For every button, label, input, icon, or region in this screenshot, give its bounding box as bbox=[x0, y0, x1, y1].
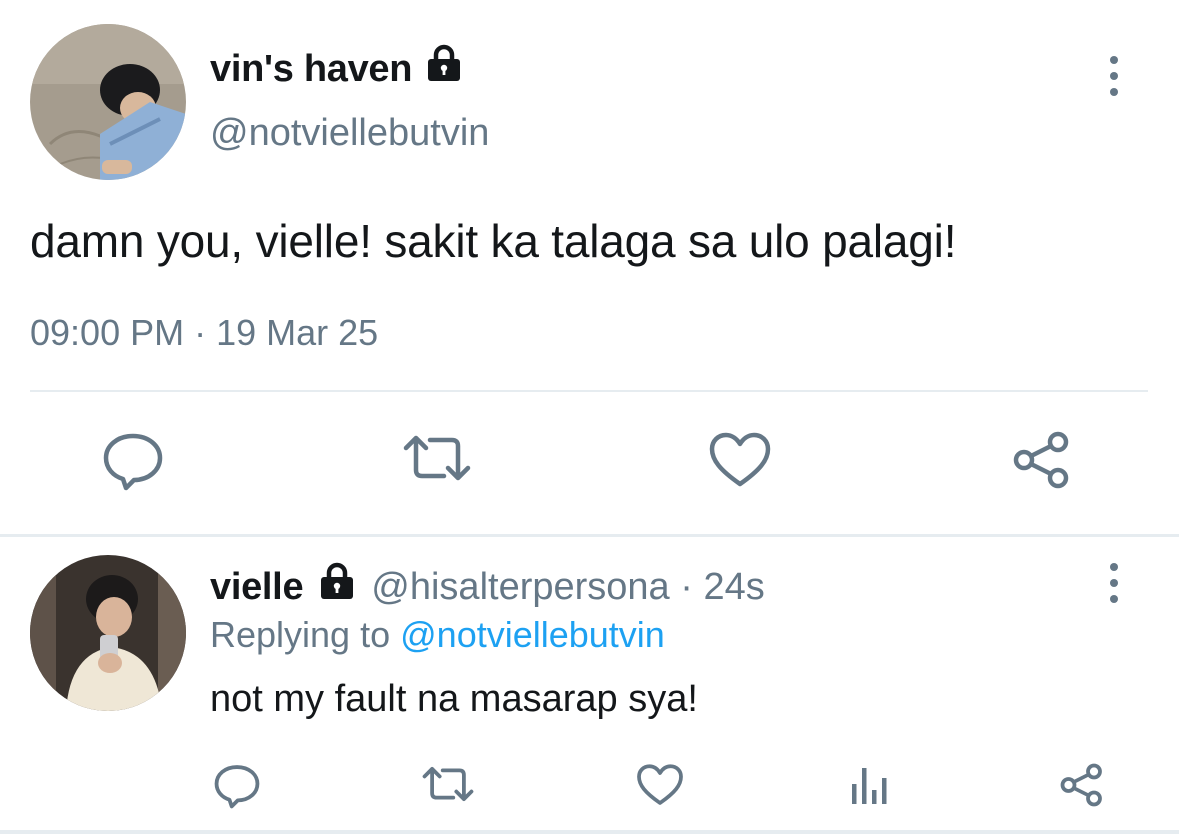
heart-icon[interactable] bbox=[636, 762, 684, 808]
reply-icon[interactable] bbox=[100, 430, 166, 492]
replying-to: Replying to @notviellebutvin bbox=[210, 614, 665, 656]
display-name[interactable]: vielle bbox=[210, 566, 304, 609]
retweet-icon[interactable] bbox=[400, 430, 474, 486]
replying-to-label: Replying to bbox=[210, 614, 391, 655]
retweet-icon[interactable] bbox=[420, 762, 476, 806]
lock-icon bbox=[317, 562, 357, 612]
display-name[interactable]: vin's haven bbox=[210, 44, 464, 94]
avatar[interactable] bbox=[30, 555, 186, 711]
divider bbox=[0, 830, 1179, 834]
reply-header: vielle @hisalterpersona · 24s bbox=[210, 562, 765, 612]
tweet-actions bbox=[0, 404, 1179, 524]
display-name-text: vin's haven bbox=[210, 47, 413, 90]
tweet-text: not my fault na masarap sya! bbox=[210, 678, 698, 720]
tweet-text: damn you, vielle! sakit ka talaga sa ulo… bbox=[30, 215, 957, 267]
more-vertical-icon[interactable] bbox=[1104, 56, 1124, 96]
more-vertical-icon[interactable] bbox=[1104, 563, 1124, 603]
tweet-timestamp[interactable]: 09:00 PM · 19 Mar 25 bbox=[30, 312, 378, 354]
handle[interactable]: @notviellebutvin bbox=[210, 112, 489, 155]
lock-icon bbox=[424, 44, 464, 94]
reply-icon[interactable] bbox=[212, 762, 262, 810]
tweet-separator bbox=[0, 534, 1179, 537]
replying-to-handle-link[interactable]: @notviellebutvin bbox=[400, 614, 665, 655]
share-icon[interactable] bbox=[1010, 430, 1074, 490]
tweet-actions bbox=[0, 756, 1179, 826]
main-tweet: vin's haven @notviellebutvin damn you, v… bbox=[0, 0, 1179, 536]
handle-and-time[interactable]: @hisalterpersona · 24s bbox=[371, 566, 764, 609]
heart-icon[interactable] bbox=[708, 430, 772, 490]
divider bbox=[30, 390, 1148, 392]
share-icon[interactable] bbox=[1058, 762, 1106, 808]
avatar[interactable] bbox=[30, 24, 186, 180]
bar-chart-icon[interactable] bbox=[848, 762, 892, 808]
